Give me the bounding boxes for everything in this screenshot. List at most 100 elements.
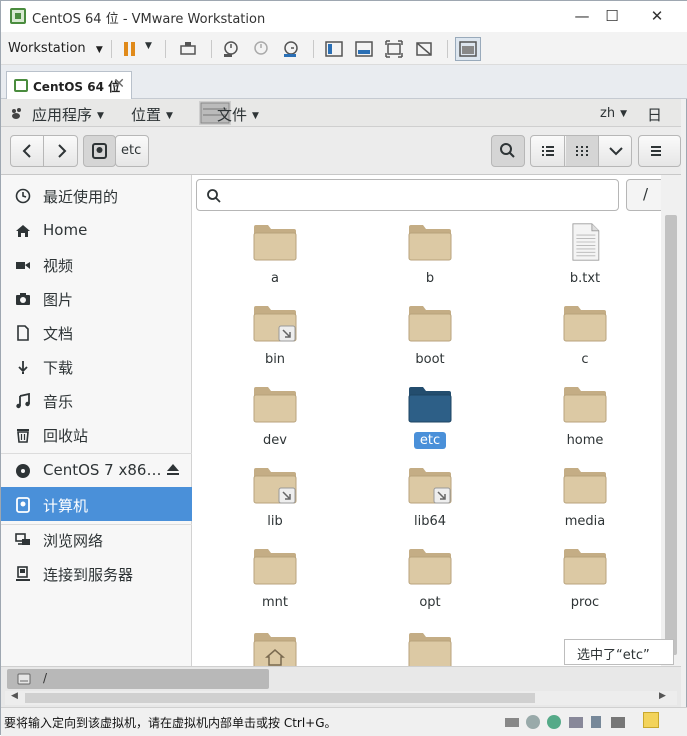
chevron-left-icon (22, 144, 31, 158)
file-name: mnt (262, 595, 288, 610)
fullscreen-icon[interactable] (385, 40, 403, 58)
nautilus-header-bar: etc (1, 127, 681, 175)
sidebar-item-trash[interactable]: 回收站 (1, 417, 192, 451)
file-item[interactable]: bin (225, 304, 325, 382)
sidebar-item-pictures[interactable]: 图片 (1, 281, 192, 315)
sidebar-item-recent[interactable]: 最近使用的 (1, 178, 192, 212)
send-keys-icon[interactable] (179, 40, 197, 58)
sidebar-item-documents[interactable]: 文档 (1, 315, 192, 349)
folder-selected-icon (408, 387, 452, 423)
sidebar-item-centos-disc[interactable]: CentOS 7 x86… (1, 453, 192, 487)
console-view-icon[interactable] (355, 40, 373, 58)
workstation-label: Workstation (8, 41, 86, 56)
folder-icon (408, 633, 452, 666)
tab-label: CentOS 64 位 (33, 80, 121, 94)
search-icon (500, 143, 515, 158)
vm-icon (14, 79, 28, 92)
path-root-button[interactable]: / (626, 179, 661, 211)
file-item[interactable]: mnt (225, 547, 325, 625)
location-bar[interactable]: / (7, 669, 269, 689)
file-item[interactable]: a (225, 223, 325, 301)
list-view-button[interactable] (531, 136, 565, 166)
folder-icon (253, 468, 297, 504)
folder-icon (253, 225, 297, 261)
file-name: lib64 (413, 514, 447, 529)
input-method-menu[interactable]: zh ▼ (600, 106, 627, 121)
document-icon (17, 325, 29, 341)
folder-icon (253, 387, 297, 423)
computer-location-button[interactable] (83, 135, 116, 167)
gnome-top-bar: 应用程序 ▼ 位置 ▼ 文件 ▼ zh ▼ 日 (1, 99, 681, 127)
revert-snapshot-icon[interactable] (252, 40, 270, 58)
file-item[interactable]: dev (225, 385, 325, 463)
view-toggle-button[interactable] (455, 37, 481, 61)
places-menu[interactable]: 位置 ▼ (131, 104, 173, 125)
tab-close-icon[interactable]: ✕ (113, 76, 125, 92)
vertical-scrollbar[interactable] (661, 175, 681, 666)
file-item[interactable]: lib64 (380, 466, 480, 544)
snapshot-icon[interactable] (222, 40, 240, 58)
folder-icon (563, 549, 607, 585)
input-hint-message: 要将输入定向到该虚拟机，请在虚拟机内部单击或按 Ctrl+G。 (4, 716, 337, 730)
file-view: / a b b.txt bin boot c dev etc home lib lib64 media… (192, 175, 661, 666)
view-buttons (530, 135, 632, 167)
maximize-button[interactable]: ☐ (597, 5, 627, 27)
applications-menu[interactable]: 应用程序 ▼ (32, 104, 104, 125)
horizontal-scroll-thumb[interactable] (25, 693, 535, 703)
file-item[interactable]: opt (380, 547, 480, 625)
library-view-icon[interactable] (325, 40, 343, 58)
sidebar-item-video[interactable]: 视频 (1, 247, 192, 281)
sidebar-item-music[interactable]: 音乐 (1, 383, 192, 417)
file-item[interactable]: lib (225, 466, 325, 544)
grid-view-button[interactable] (566, 136, 599, 166)
file-name: dev (263, 433, 287, 448)
file-item-partial[interactable] (225, 631, 325, 666)
sidebar-item-computer[interactable]: 计算机 (1, 487, 192, 521)
back-button[interactable] (11, 136, 44, 166)
folder-icon (408, 306, 452, 342)
file-item[interactable]: b (380, 223, 480, 301)
pause-icon[interactable] (121, 40, 139, 58)
window-title: CentOS 64 位 - VMware Workstation (32, 12, 266, 27)
eject-icon[interactable] (166, 463, 180, 477)
scrollbar-thumb[interactable] (665, 215, 677, 655)
message-icon[interactable] (643, 712, 659, 728)
video-icon (16, 262, 30, 269)
sidebar-item-home[interactable]: Home (1, 213, 192, 247)
clock-label[interactable]: 日 (647, 104, 662, 125)
file-name: b.txt (569, 271, 601, 286)
sidebar-item-connect-server[interactable]: 连接到服务器 (1, 556, 192, 590)
file-item-partial[interactable] (380, 631, 480, 666)
minimize-button[interactable]: — (567, 5, 597, 27)
horizontal-scrollbar[interactable]: ◀ ▶ (5, 691, 677, 705)
workstation-menu-button[interactable]: Workstation ▼ (8, 38, 103, 60)
snapshot-manager-icon[interactable] (282, 40, 300, 58)
file-item[interactable]: c (535, 304, 635, 382)
menu-button[interactable] (638, 135, 681, 167)
view-options-button[interactable] (600, 136, 632, 166)
file-name: home (566, 433, 604, 448)
sidebar-item-downloads[interactable]: 下载 (1, 349, 192, 383)
file-item[interactable]: b.txt (535, 223, 635, 301)
scroll-right-icon[interactable]: ▶ (659, 691, 666, 701)
file-item[interactable]: boot (380, 304, 480, 382)
pause-dropdown-icon[interactable]: ▼ (145, 41, 152, 51)
search-input[interactable] (196, 179, 619, 211)
unity-icon[interactable] (415, 40, 433, 58)
vmware-status-bar: 要将输入定向到该虚拟机，请在虚拟机内部单击或按 Ctrl+G。 (1, 707, 687, 736)
list-icon (542, 146, 554, 156)
places-sidebar: 最近使用的 Home 视频 图片 文档 下载 音乐 回收站 CentOS 7 x… (1, 175, 192, 666)
file-item[interactable]: etc (380, 385, 480, 463)
scroll-left-icon[interactable]: ◀ (11, 691, 18, 701)
sidebar-item-browse-network[interactable]: 浏览网络 (1, 522, 192, 556)
path-button-etc[interactable]: etc (115, 135, 149, 167)
close-button[interactable]: ✕ (642, 5, 672, 27)
file-item[interactable]: media (535, 466, 635, 544)
server-icon (16, 566, 30, 581)
file-item[interactable]: proc (535, 547, 635, 625)
search-button[interactable] (491, 135, 525, 167)
file-item[interactable]: home (535, 385, 635, 463)
files-menu[interactable]: 文件 ▼ (217, 104, 259, 125)
tab-centos[interactable]: CentOS 64 位 ✕ (6, 71, 132, 99)
forward-button[interactable] (45, 136, 78, 166)
